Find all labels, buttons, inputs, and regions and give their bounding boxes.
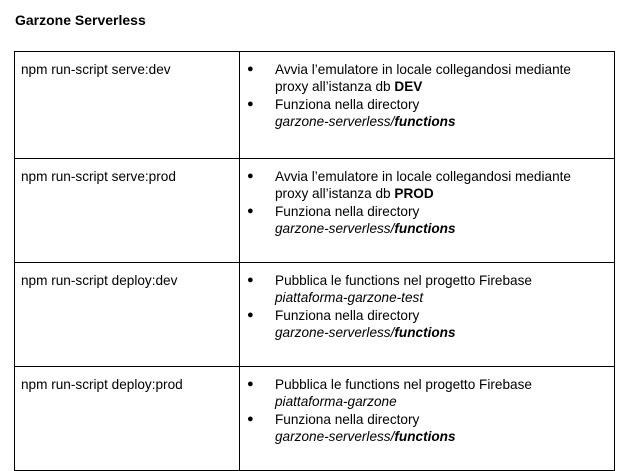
description-cell: ● Avvia l’emulatore in locale collegando… [239, 51, 615, 159]
description-list: ● Pubblica le functions nel progetto Fir… [240, 376, 604, 446]
description-cell: ● Pubblica le functions nel progetto Fir… [239, 262, 615, 367]
command-text: npm run-script serve:dev [21, 62, 171, 77]
directory-path: garzone-serverless/ [275, 114, 395, 130]
description-list: ● Pubblica le functions nel progetto Fir… [240, 272, 604, 342]
command-cell: npm run-script deploy:prod [14, 366, 240, 471]
bullet-icon: ● [247, 170, 254, 182]
list-item: ● Avvia l’emulatore in locale collegando… [240, 168, 604, 203]
list-item: ● Funziona nella directory garzone-serve… [240, 307, 604, 342]
command-cell: npm run-script serve:dev [14, 51, 240, 159]
table-row: npm run-script serve:dev ● Avvia l’emula… [14, 51, 615, 159]
document-title: Garzone Serverless [15, 12, 146, 28]
bullet-icon: ● [247, 204, 254, 217]
description-text: Funziona nella directory [275, 307, 420, 323]
directory-path: garzone-serverless/ [275, 429, 395, 445]
directory-path-leaf: functions [394, 114, 456, 130]
description-cell: ● Avvia l’emulatore in locale collegando… [239, 158, 615, 263]
table-row: npm run-script serve:prod ● Avvia l’emul… [14, 158, 615, 263]
firebase-project-name: piattaforma-garzone-test [275, 290, 424, 306]
list-item: ● Funziona nella directory garzone-serve… [240, 411, 604, 446]
description-text: Pubblica le functions nel progetto Fireb… [275, 273, 532, 288]
list-item: ● Avvia l’emulatore in locale collegando… [240, 61, 604, 96]
table-row: npm run-script deploy:dev ● Pubblica le … [14, 262, 615, 367]
bullet-icon: ● [247, 308, 254, 321]
directory-path: garzone-serverless/ [275, 221, 395, 237]
description-text: Pubblica le functions nel progetto Fireb… [275, 377, 532, 392]
command-text: npm run-script deploy:prod [21, 377, 183, 392]
commands-table: npm run-script serve:dev ● Avvia l’emula… [14, 51, 615, 471]
firebase-project-name: piattaforma-garzone [275, 394, 397, 410]
description-text: Funziona nella directory [275, 96, 420, 112]
directory-path-leaf: functions [394, 221, 456, 237]
description-list: ● Avvia l’emulatore in locale collegando… [240, 61, 604, 131]
directory-path-leaf: functions [394, 325, 456, 341]
bullet-icon: ● [247, 274, 254, 286]
description-text: Funziona nella directory [275, 203, 420, 219]
command-cell: npm run-script deploy:dev [14, 262, 240, 367]
directory-path: garzone-serverless/ [275, 325, 395, 341]
environment-label: DEV [394, 79, 423, 95]
description-text: Avvia l’emulatore in locale collegandosi… [275, 62, 571, 95]
list-item: ● Funziona nella directory garzone-serve… [240, 96, 604, 131]
command-text: npm run-script deploy:dev [21, 273, 178, 288]
description-list: ● Avvia l’emulatore in locale collegando… [240, 168, 604, 238]
table-row: npm run-script deploy:prod ● Pubblica le… [14, 366, 615, 471]
list-item: ● Funziona nella directory garzone-serve… [240, 203, 604, 238]
description-text: Funziona nella directory [275, 411, 420, 427]
directory-path-leaf: functions [394, 429, 456, 445]
command-cell: npm run-script serve:prod [14, 158, 240, 263]
bullet-icon: ● [247, 97, 254, 110]
command-text: npm run-script serve:prod [21, 169, 176, 184]
list-item: ● Pubblica le functions nel progetto Fir… [240, 272, 604, 307]
bullet-icon: ● [247, 378, 254, 390]
bullet-icon: ● [247, 412, 254, 425]
environment-label: PROD [394, 186, 434, 202]
bullet-icon: ● [247, 63, 254, 75]
description-cell: ● Pubblica le functions nel progetto Fir… [239, 366, 615, 471]
